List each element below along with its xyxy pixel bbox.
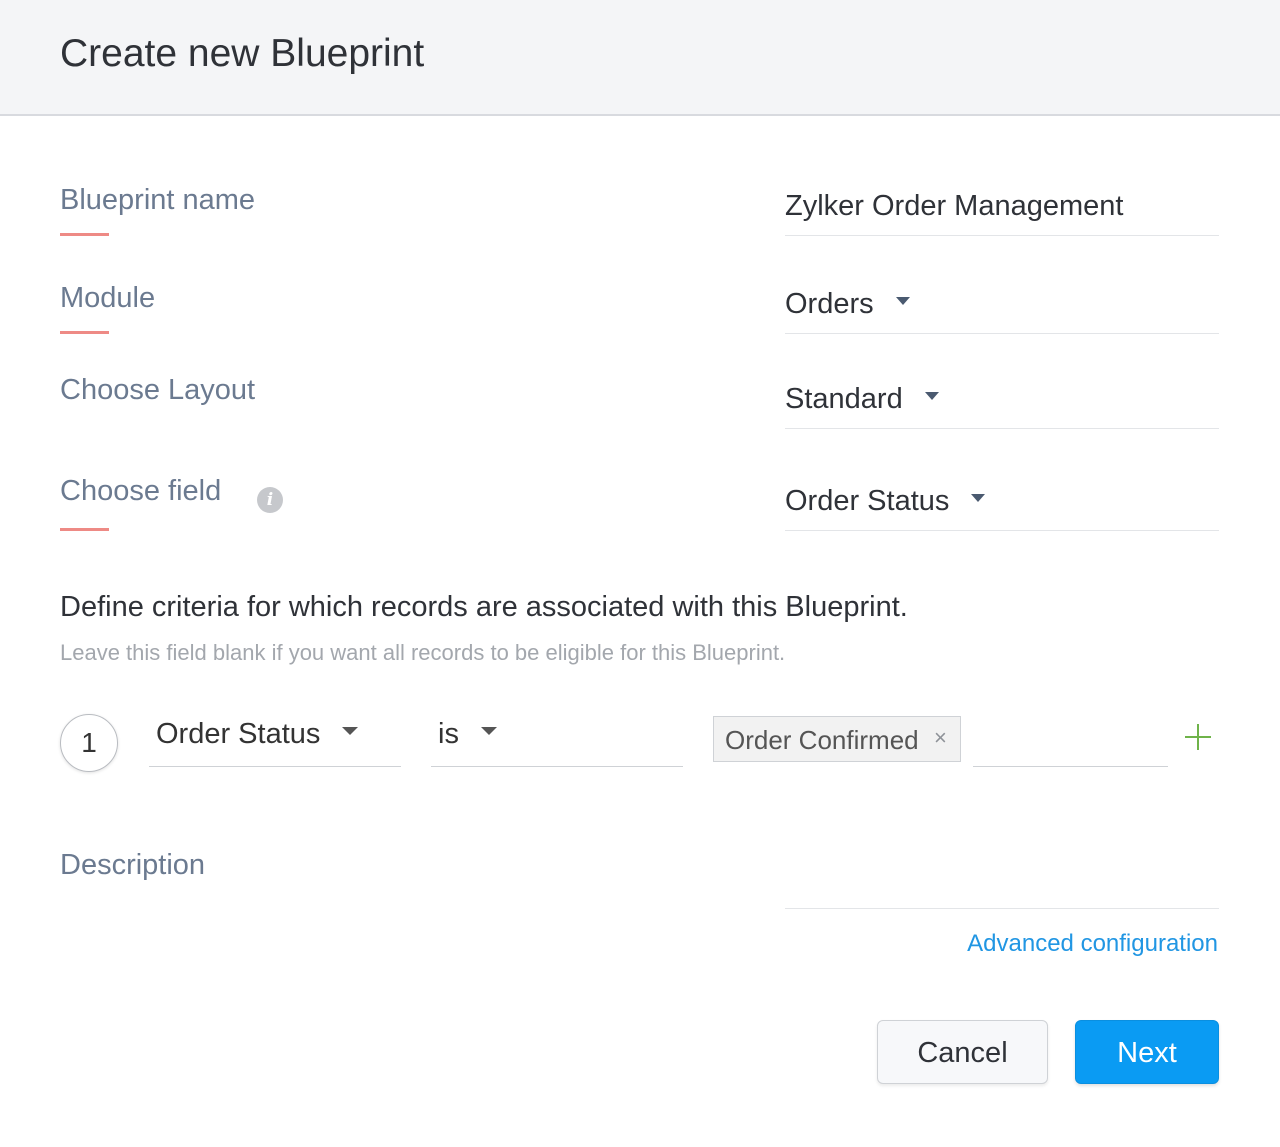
add-criteria-icon[interactable] (1183, 722, 1213, 752)
page-title: Create new Blueprint (60, 32, 425, 75)
criteria-row-number: 1 (60, 714, 118, 772)
layout-select[interactable]: Standard (785, 368, 1219, 429)
criteria-hint: Leave this field blank if you want all r… (60, 640, 786, 665)
next-button[interactable]: Next (1075, 1020, 1219, 1084)
mandatory-indicator (60, 331, 109, 334)
criteria-operator-select[interactable]: is (431, 712, 683, 767)
blueprint-name-value: Zylker Order Management (785, 190, 1124, 222)
cancel-button[interactable]: Cancel (877, 1020, 1048, 1084)
chevron-down-icon (342, 727, 359, 736)
criteria-value-tag-label: Order Confirmed (725, 725, 919, 755)
info-icon[interactable]: i (257, 487, 283, 513)
description-input[interactable] (785, 846, 1219, 909)
field-select-value: Order Status (785, 485, 950, 517)
field-select[interactable]: Order Status (785, 470, 1219, 531)
module-label: Module (60, 282, 156, 314)
criteria-title: Define criteria for which records are as… (60, 591, 908, 623)
blueprint-name-input[interactable]: Zylker Order Management (785, 175, 1219, 236)
layout-select-value: Standard (785, 383, 903, 415)
chevron-down-icon (895, 297, 910, 306)
module-select[interactable]: Orders (785, 273, 1219, 334)
criteria-value-input[interactable] (973, 712, 1168, 767)
criteria-field-value: Order Status (156, 718, 321, 750)
mandatory-indicator (60, 528, 109, 531)
description-label: Description (60, 849, 206, 881)
criteria-field-select[interactable]: Order Status (149, 712, 401, 767)
criteria-value-tag: Order Confirmed × (713, 716, 961, 762)
chevron-down-icon (924, 392, 939, 401)
chevron-down-icon (971, 494, 986, 503)
mandatory-indicator (60, 233, 109, 236)
module-select-value: Orders (785, 288, 874, 320)
close-icon[interactable]: × (934, 725, 947, 751)
dialog-header: Create new Blueprint (0, 0, 1280, 116)
layout-label: Choose Layout (60, 374, 256, 406)
field-label: Choose field (60, 475, 222, 507)
chevron-down-icon (480, 727, 497, 736)
criteria-operator-value: is (438, 718, 459, 750)
advanced-configuration-link[interactable]: Advanced configuration (967, 930, 1218, 958)
blueprint-name-label: Blueprint name (60, 184, 256, 216)
